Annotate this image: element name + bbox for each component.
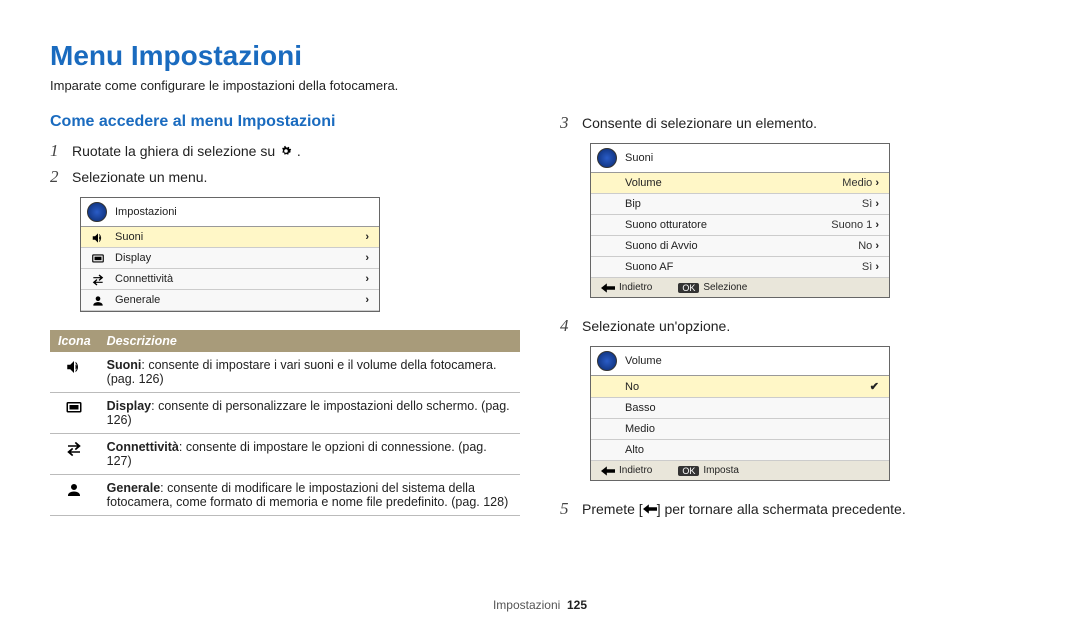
step4-text: Selezionate un'opzione. [582,316,1030,334]
chevron-right-icon: › [875,198,879,210]
row-value: Suono 1 [831,219,872,231]
mode-dial-icon [597,148,617,168]
camera-screen-suoni: Suoni Volume Medio › Bip Sì › Suono ottu… [590,143,890,298]
row-label: Suoni [115,231,143,243]
row-value: Sì [862,261,872,273]
row-label: Bip [625,198,641,210]
step-5: 5 Premete [ ] per tornare alla schermata … [560,499,1030,519]
row-label: Suono AF [625,261,673,273]
screen-row: Alto [591,440,889,461]
screen-row: Volume Medio › [591,173,889,194]
row-label: Medio [625,423,655,435]
gear-icon [279,144,293,158]
sound-icon [91,231,105,245]
connectivity-icon [91,273,105,287]
screen-row: Suono AF Sì › [591,257,889,278]
row-label: Alto [625,444,644,456]
mode-dial-icon [87,202,107,222]
general-icon [65,481,83,499]
step1-post: . [297,143,301,159]
ok-key-icon: OK [678,466,699,476]
row-value: Medio [842,177,872,189]
camera-screen-settings-root: Impostazioni Suoni › Display › Connettivit… [80,197,380,312]
step2-text: Selezionate un menu. [72,167,520,185]
check-icon: ✔ [870,380,879,393]
row-label: Volume [625,177,662,189]
step-num: 2 [50,167,72,187]
row-label: Display [115,252,151,264]
step-4: 4 Selezionate un'opzione. [560,316,1030,336]
display-icon [91,252,105,266]
page-footer: Impostazioni 125 [0,598,1080,612]
row-label: Connettività [115,273,173,285]
section-heading: Come accedere al menu Impostazioni [50,113,520,131]
mode-dial-icon [597,351,617,371]
screen-row: Basso [591,398,889,419]
screen-row: Bip Sì › [591,194,889,215]
step5-pre: Premete [ [582,501,643,517]
step-2: 2 Selezionate un menu. [50,167,520,187]
chevron-right-icon: › [875,261,879,273]
screen-title: Volume [625,355,662,367]
connectivity-icon [65,440,83,458]
screen-row: Suono di Avvio No › [591,236,889,257]
chevron-right-icon: › [365,231,369,243]
desc-cell: Suoni: consente di impostare i vari suon… [99,352,520,393]
screen-footer: Indietro OK Imposta [591,461,889,480]
th-icona: Icona [50,330,99,352]
chevron-right-icon: › [365,252,369,264]
screen-title: Suoni [625,152,653,164]
screen-row-generale: Generale › [81,290,379,311]
general-icon [91,294,105,308]
footer-page-number: 125 [567,598,587,612]
screen-row-suoni: Suoni › [81,227,379,248]
desc-cell: Display: consente di personalizzare le i… [99,393,520,434]
screen-title: Impostazioni [115,206,177,218]
step-3: 3 Consente di selezionare un elemento. [560,113,1030,133]
chevron-right-icon: › [875,219,879,231]
footer-chapter: Impostazioni [493,598,560,612]
display-icon [65,399,83,417]
step-num: 1 [50,141,72,161]
back-icon [601,283,615,293]
chevron-right-icon: › [875,240,879,252]
screen-row: Suono otturatore Suono 1 › [591,215,889,236]
screen-row-display: Display › [81,248,379,269]
step-num: 3 [560,113,582,133]
th-descrizione: Descrizione [99,330,520,352]
row-label: Generale [115,294,160,306]
screen-footer: Indietro OK Selezione [591,278,889,297]
step1-pre: Ruotate la ghiera di selezione su [72,143,279,159]
col-right: 3 Consente di selezionare un elemento. S… [560,113,1030,525]
chevron-right-icon: › [365,294,369,306]
screen-row: No ✔ [591,376,889,398]
step3-text: Consente di selezionare un elemento. [582,113,1030,131]
step-num: 4 [560,316,582,336]
step-1: 1 Ruotate la ghiera di selezione su . [50,141,520,161]
back-icon [601,466,615,476]
row-value: Sì [862,198,872,210]
sound-icon [65,358,83,376]
desc-cell: Connettività: consente di impostare le o… [99,434,520,475]
step-num: 5 [560,499,582,519]
row-label: Basso [625,402,656,414]
row-value: No [858,240,872,252]
row-label: Suono di Avvio [625,240,698,252]
page-title: Menu Impostazioni [50,40,1030,72]
row-label: Suono otturatore [625,219,707,231]
chevron-right-icon: › [365,273,369,285]
col-left: Come accedere al menu Impostazioni 1 Ruo… [50,113,520,525]
step5-post: ] per tornare alla schermata precedente. [657,501,906,517]
intro-text: Imparate come configurare le impostazion… [50,78,1030,93]
chevron-right-icon: › [875,177,879,189]
ok-key-icon: OK [678,283,699,293]
screen-row-connettivita: Connettività › [81,269,379,290]
screen-row: Medio [591,419,889,440]
row-label: No [625,381,639,393]
icon-description-table: Icona Descrizione Suoni: consente di imp… [50,330,520,516]
desc-cell: Generale: consente di modificare le impo… [99,475,520,516]
camera-screen-volume: Volume No ✔ Basso Medio Alto Indietro OK… [590,346,890,481]
back-icon [643,502,657,516]
